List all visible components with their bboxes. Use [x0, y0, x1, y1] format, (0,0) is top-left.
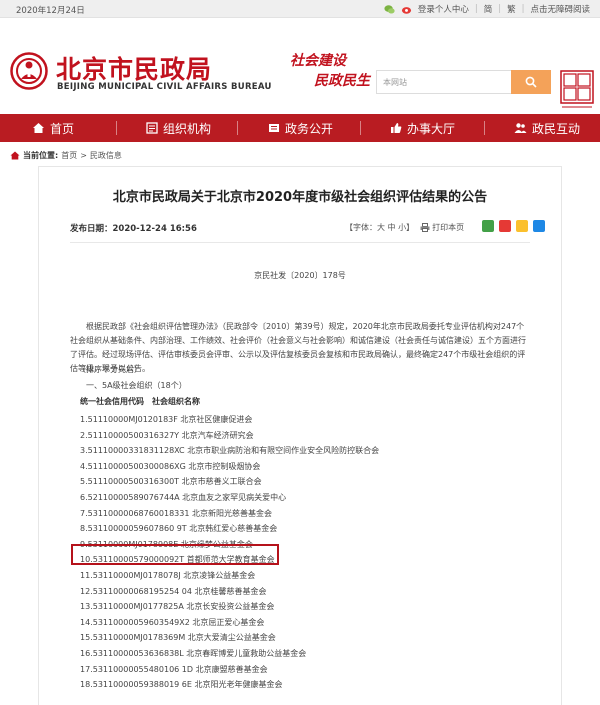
site-title[interactable]: 北京市民政局	[56, 50, 212, 86]
nav-item-interaction[interactable]: 政民互动	[514, 114, 580, 142]
nav-item-organization[interactable]: 组织机构	[146, 114, 211, 142]
qq-share-icon[interactable]	[533, 220, 545, 232]
weibo-icon[interactable]	[401, 4, 412, 15]
wechat-share-icon[interactable]	[482, 220, 494, 232]
print-button[interactable]: 打印本页	[420, 222, 464, 233]
list-item: 6.52110000589076744A 北京血友之家罕见病关爱中心	[80, 492, 287, 502]
list-item: 18.53110000059388019 6E 北京阳光老年健康基金会	[80, 680, 283, 690]
divider: |	[498, 4, 502, 14]
list-item: 12.53110000068195254 04 北京桂馨慈善基金会	[80, 586, 267, 596]
sort-note: （排序不分先后）	[78, 365, 142, 374]
current-date: 2020年12月24日	[16, 6, 85, 16]
accessibility-link[interactable]: 点击无障碍阅读	[530, 3, 590, 15]
nav-divider	[484, 121, 485, 135]
search-button[interactable]	[511, 70, 551, 94]
slogan-line-2: 民政民生	[314, 73, 370, 89]
qzone-share-icon[interactable]	[516, 220, 528, 232]
article-title: 北京市民政局关于北京市2020年度市级社会组织评估结果的公告	[112, 190, 488, 205]
divider: |	[521, 4, 525, 14]
top-bar: 2020年12月24日 登录个人中心 | 简 | 繁 | 点击无障碍阅读	[0, 0, 600, 18]
wechat-icon[interactable]	[384, 4, 395, 15]
list-item: 1.51110000MJ0120183F 北京社区健康促进会	[80, 415, 253, 424]
article-tools: 【字体：大 中 小】 打印本页	[345, 222, 464, 233]
section-heading: 一、5A级社会组织（18个）	[86, 381, 187, 390]
list-header: 统一社会信用代码 社会组织名称	[80, 397, 200, 406]
list-item: 17.53110000055480106 1D 北京康盟慈善基金会	[80, 664, 268, 674]
simplified-link[interactable]: 简	[484, 3, 493, 15]
site-header: 北京市民政局 BEIJING MUNICIPAL CIVIL AFFAIRS B…	[0, 18, 600, 114]
civil-affairs-emblem-icon[interactable]	[10, 52, 48, 90]
organization-icon	[146, 122, 158, 134]
document-number: 京民社发〔2020〕178号	[254, 271, 346, 280]
breadcrumb: 当前位置: 首页 > 民政信息	[10, 150, 122, 161]
breadcrumb-home[interactable]: 首页	[61, 150, 77, 161]
weibo-share-icon[interactable]	[499, 220, 511, 232]
breadcrumb-separator: >	[80, 151, 87, 160]
printer-icon	[420, 223, 430, 232]
home-icon	[33, 123, 44, 133]
search-icon	[525, 76, 537, 88]
font-size-control[interactable]: 【字体：大 中 小】	[345, 222, 414, 233]
list-item: 7.53110000068760018331 北京新阳光慈善基金会	[80, 508, 272, 518]
list-item: 15.53110000MJ0178369M 北京大爱清尘公益基金会	[80, 633, 276, 643]
nav-item-gov-affairs[interactable]: 政务公开	[268, 114, 333, 142]
nav-divider	[116, 121, 117, 135]
slogan: 社会建设 民政民生	[268, 50, 378, 94]
highlight-box	[71, 544, 279, 565]
nav-divider	[237, 121, 238, 135]
share-buttons	[482, 220, 545, 232]
thumbs-up-icon	[391, 123, 402, 133]
list-item: 4.51110000500300086XG 北京市控制吸烟协会	[80, 461, 261, 471]
list-item: 2.51110000500316327Y 北京汽车经济研究会	[80, 430, 254, 440]
home-icon	[10, 151, 20, 160]
list-item: 13.53110000MJ0177825A 北京长安投资公益基金会	[80, 602, 275, 612]
list-item: 8.53110000059607860 9T 北京韩红爱心慈善基金会	[80, 524, 278, 534]
nav-item-service-hall[interactable]: 办事大厅	[390, 114, 455, 142]
list-item: 14.53110000059603549X2 北京屈正爱心基金会	[80, 617, 265, 627]
top-bar-links: 登录个人中心 | 简 | 繁 | 点击无障碍阅读	[384, 3, 590, 15]
nav-item-home[interactable]: 首页	[32, 114, 74, 142]
list-item: 16.53110000053636838L 北京春晖博爱儿童救助公益基金会	[80, 648, 307, 658]
title-divider	[70, 242, 530, 243]
slogan-line-1: 社会建设	[290, 53, 346, 69]
government-icon	[269, 124, 279, 132]
login-link[interactable]: 登录个人中心	[418, 3, 469, 15]
list-item: 5.51110000500316300T 北京市慈善义工联合会	[80, 477, 262, 487]
list-item: 11.53110000MJ0178078J 北京凌锋公益基金会	[80, 570, 256, 580]
nav-divider	[360, 121, 361, 135]
breadcrumb-label: 当前位置:	[23, 151, 59, 160]
people-icon	[514, 123, 527, 133]
divider: |	[474, 4, 478, 14]
search-input[interactable]: 本网站	[376, 70, 512, 94]
list-item: 3.51110000331831128XC 北京市职业病防治和有限空间作业安全风…	[80, 446, 380, 456]
traditional-link[interactable]: 繁	[507, 3, 516, 15]
capital-seal-icon	[560, 70, 594, 108]
main-nav: 首页 组织机构 政务公开 办事大厅 政民互动	[0, 114, 600, 142]
publish-date: 发布日期：2020-12-24 16:56	[70, 224, 197, 234]
site-title-en: BEIJING MUNICIPAL CIVIL AFFAIRS BUREAU	[57, 82, 272, 92]
breadcrumb-section[interactable]: 民政信息	[90, 150, 122, 161]
